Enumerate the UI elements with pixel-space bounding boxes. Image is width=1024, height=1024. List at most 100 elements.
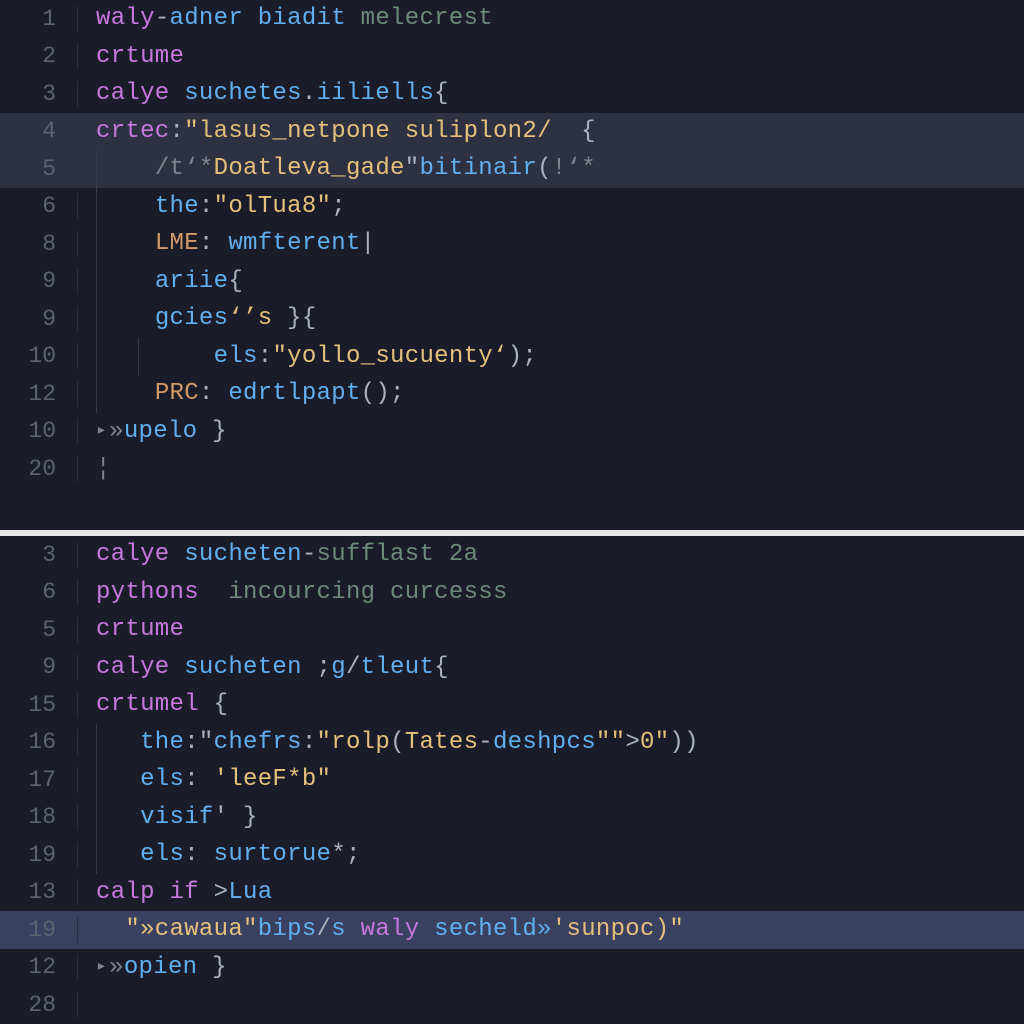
token-s: Doatleva_gade: [214, 155, 405, 182]
token-w: [96, 804, 140, 831]
code-line[interactable]: 28: [0, 986, 1024, 1024]
token-k: calp: [96, 879, 170, 906]
code-content[interactable]: crtume: [78, 43, 184, 70]
token-fn: gcies: [155, 305, 229, 332]
code-content[interactable]: the:"olTua8";: [78, 193, 346, 220]
code-line[interactable]: 9 gcies‘’s }{: [0, 300, 1024, 338]
code-content[interactable]: els: 'leeF*b": [78, 766, 331, 793]
code-line[interactable]: 5 /t‘*Doatleva_gade"bitinair(!‘*: [0, 150, 1024, 188]
code-content[interactable]: gcies‘’s }{: [78, 305, 331, 332]
token-fn: tleut: [361, 654, 435, 681]
code-line[interactable]: 18 visif' }: [0, 799, 1024, 837]
token-p: :: [199, 193, 214, 220]
code-content[interactable]: LME: wmfterent|: [78, 230, 375, 257]
token-k: crtume: [96, 43, 184, 70]
code-line[interactable]: 15crtumel {: [0, 686, 1024, 724]
cursor-indicator: ▸: [96, 955, 107, 977]
token-p: *;: [331, 841, 375, 868]
token-k: waly: [96, 5, 155, 32]
token-p: ' }: [214, 804, 258, 831]
code-content[interactable]: pythons incourcing curcesss: [78, 579, 508, 606]
token-p: /: [346, 654, 361, 681]
code-line[interactable]: 12 PRC: edrtlpapt();: [0, 375, 1024, 413]
code-line[interactable]: 2crtume: [0, 38, 1024, 76]
token-fn: visif: [140, 804, 214, 831]
code-content[interactable]: crtec:"lasus_netpone suliplon2/ {: [78, 118, 596, 145]
code-line[interactable]: 6pythons incourcing curcesss: [0, 574, 1024, 612]
editor-pane-bottom[interactable]: 3calye sucheten-sufflast 2a6pythons inco…: [0, 536, 1024, 1024]
token-fn: iiliells: [317, 80, 435, 107]
token-fn: opien: [124, 954, 212, 981]
token-p: ;: [331, 193, 346, 220]
code-line[interactable]: 9 ariie{: [0, 263, 1024, 301]
token-fn: sucheten: [184, 654, 316, 681]
code-line[interactable]: 10 els:"yollo_sucuenty‘);: [0, 338, 1024, 376]
token-c: !‘*: [552, 155, 596, 182]
line-number: 6: [0, 579, 78, 605]
code-line[interactable]: 12▸»opien }: [0, 949, 1024, 987]
editor-pane-top[interactable]: 1waly-adner biadit melecrest2crtume3caly…: [0, 0, 1024, 530]
code-content[interactable]: crtumel {: [78, 691, 228, 718]
token-p: :: [184, 766, 213, 793]
token-c2: sufflast 2a: [317, 541, 479, 568]
token-p: .: [302, 80, 317, 107]
code-content[interactable]: els: surtorue*;: [78, 841, 375, 868]
code-content[interactable]: /t‘*Doatleva_gade"bitinair(!‘*: [78, 155, 596, 182]
code-content[interactable]: crtume: [78, 616, 184, 643]
code-content[interactable]: ariie{: [78, 268, 243, 295]
token-fn: wmfterent: [228, 230, 360, 257]
token-p: :: [302, 729, 317, 756]
code-line[interactable]: 3calye suchetes.iiliells{: [0, 75, 1024, 113]
token-w: [96, 380, 155, 407]
code-content[interactable]: "»cawaua"bips/s waly secheld»'sunpoc)": [78, 916, 684, 943]
line-number: 6: [0, 193, 78, 219]
code-content[interactable]: waly-adner biadit melecrest: [78, 5, 493, 32]
code-content[interactable]: els:"yollo_sucuenty‘);: [78, 343, 537, 370]
code-content[interactable]: calye sucheten ;g/tleut{: [78, 654, 449, 681]
code-line[interactable]: 20¦: [0, 450, 1024, 488]
token-p: (: [537, 155, 552, 182]
code-line[interactable]: 19 "»cawaua"bips/s waly secheld»'sunpoc)…: [0, 911, 1024, 949]
code-line[interactable]: 5crtume: [0, 611, 1024, 649]
code-line[interactable]: 6 the:"olTua8";: [0, 188, 1024, 226]
token-s: "": [596, 729, 625, 756]
token-s: 0": [640, 729, 669, 756]
code-content[interactable]: visif' }: [78, 804, 258, 831]
code-content[interactable]: ▸»opien }: [78, 954, 227, 981]
line-number: 3: [0, 542, 78, 568]
code-line[interactable]: 3calye sucheten-sufflast 2a: [0, 536, 1024, 574]
code-line[interactable]: 9calye sucheten ;g/tleut{: [0, 649, 1024, 687]
token-c: /t‘*: [155, 155, 214, 182]
token-w: [96, 230, 155, 257]
token-fn: deshpcs: [493, 729, 596, 756]
code-line[interactable]: 17 els: 'leeF*b": [0, 761, 1024, 799]
token-c: »: [109, 954, 124, 981]
token-fn: the: [140, 729, 184, 756]
token-p: ();: [361, 380, 405, 407]
code-content[interactable]: calp if >Lua: [78, 879, 272, 906]
code-content[interactable]: the:"chefrs:"rolp(Tates-deshpcs"">0")): [78, 729, 699, 756]
code-line[interactable]: 8 LME: wmfterent|: [0, 225, 1024, 263]
token-k: calye: [96, 654, 184, 681]
token-fn: surtorue: [214, 841, 332, 868]
token-fn: upelo: [124, 418, 212, 445]
line-number: 9: [0, 654, 78, 680]
code-content[interactable]: ¦: [78, 455, 111, 482]
line-number: 1: [0, 6, 78, 32]
code-content[interactable]: calye suchetes.iiliells{: [78, 80, 449, 107]
code-line[interactable]: 10▸»upelo }: [0, 413, 1024, 451]
code-line[interactable]: 4crtec:"lasus_netpone suliplon2/ {: [0, 113, 1024, 151]
code-line[interactable]: 1waly-adner biadit melecrest: [0, 0, 1024, 38]
token-p: >: [625, 729, 640, 756]
code-line[interactable]: 19 els: surtorue*;: [0, 836, 1024, 874]
token-p: :: [199, 380, 228, 407]
code-line[interactable]: 16 the:"chefrs:"rolp(Tates-deshpcs"">0")…: [0, 724, 1024, 762]
token-p: {: [434, 654, 449, 681]
code-content[interactable]: calye sucheten-sufflast 2a: [78, 541, 478, 568]
code-content[interactable]: PRC: edrtlpapt();: [78, 380, 405, 407]
token-s: 'sunpoc)": [552, 916, 684, 943]
code-content[interactable]: ▸»upelo }: [78, 418, 227, 445]
token-p: -: [302, 541, 317, 568]
code-line[interactable]: 13calp if >Lua: [0, 874, 1024, 912]
token-s: ‘’s: [228, 305, 272, 332]
